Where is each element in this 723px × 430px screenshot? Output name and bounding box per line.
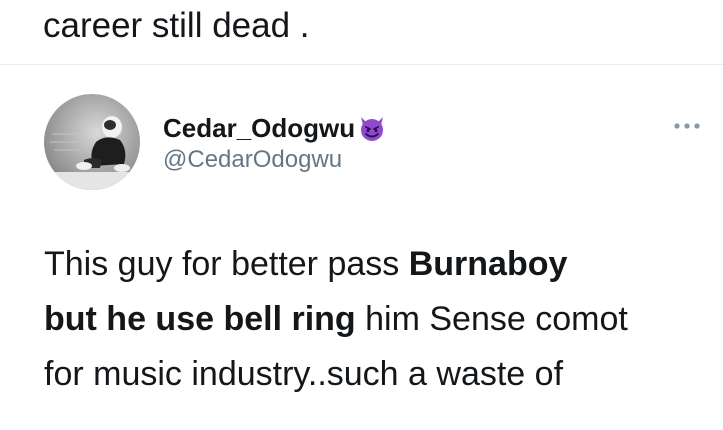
- profile-photo-baby-icon: [44, 116, 140, 190]
- display-name[interactable]: Cedar_Odogwu: [163, 112, 355, 144]
- author-handle[interactable]: @CedarOdogwu: [163, 145, 342, 175]
- tweet-line-1: This guy for better pass Burnaboy: [44, 237, 714, 292]
- tweet-text-segment: This guy for better pass: [44, 245, 409, 283]
- tweet-line-3: for music industry..such a waste of: [44, 347, 714, 402]
- tweet-text-segment: him Sense comot: [355, 300, 628, 338]
- more-options-icon[interactable]: [671, 118, 703, 134]
- author-name-row[interactable]: Cedar_Odogwu: [163, 111, 387, 145]
- smiling-devil-emoji-icon: [357, 113, 387, 143]
- tweet-divider: [0, 64, 723, 65]
- tweet-text-segment: for music industry..such a waste of: [44, 355, 564, 393]
- avatar[interactable]: [44, 94, 140, 190]
- tweet-text: This guy for better pass Burnaboy but he…: [44, 237, 714, 402]
- tweet-bold-segment: Burnaboy: [408, 245, 568, 283]
- tweet-bold-segment: but he use bell ring: [44, 300, 356, 338]
- previous-tweet-text: career still dead .: [43, 6, 310, 45]
- tweet-line-2: but he use bell ring him Sense comot: [44, 292, 714, 347]
